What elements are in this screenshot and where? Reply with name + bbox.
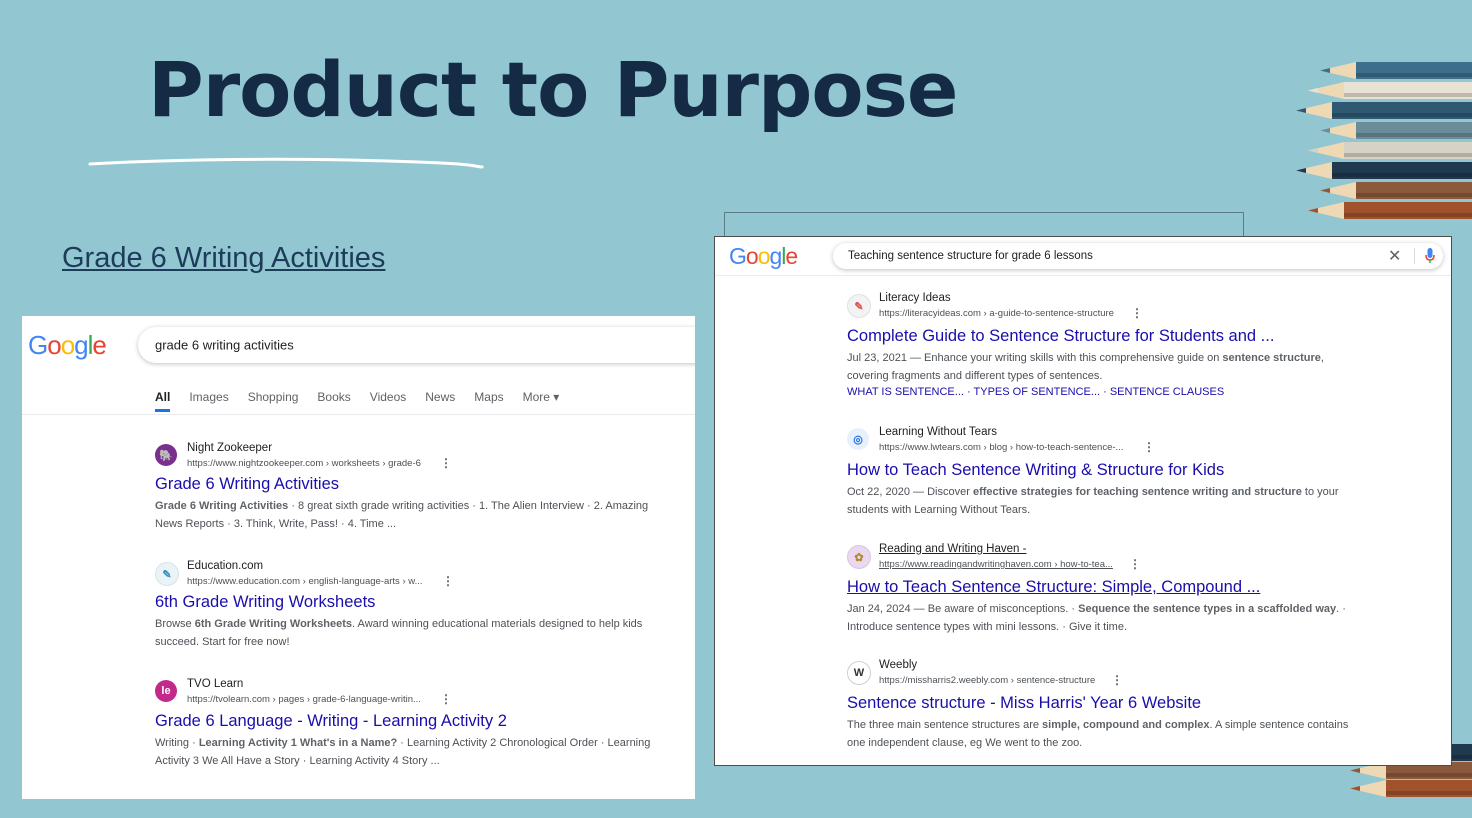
- result-url: https://www.nightzookeeper.com › workshe…: [187, 458, 421, 469]
- google-logo: Google: [28, 330, 107, 360]
- result-title-link[interactable]: How to Teach Sentence Writing & Structur…: [847, 461, 1224, 480]
- education-icon: ✎: [155, 562, 179, 586]
- pencil-shape: [1350, 780, 1472, 797]
- result-snippet: Oct 22, 2020 — Discover effective strate…: [847, 486, 1339, 516]
- result-title-link[interactable]: Grade 6 Language - Writing - Learning Ac…: [155, 712, 507, 731]
- result-url: https://literacyideas.com › a-guide-to-s…: [879, 308, 1114, 319]
- tab-books[interactable]: Books: [317, 390, 350, 412]
- title-underline-stroke: [88, 157, 484, 169]
- result-url: https://www.education.com › english-lang…: [187, 576, 423, 587]
- pencil-shape: [1320, 122, 1472, 139]
- microphone-icon[interactable]: [1425, 248, 1435, 264]
- right-search-screenshot: Google Teaching sentence structure for g…: [714, 236, 1452, 766]
- tab-images[interactable]: Images: [189, 390, 228, 412]
- divider: [1414, 248, 1415, 264]
- pencil-shape: [1320, 62, 1472, 79]
- result-snippet: Browse 6th Grade Writing Worksheets. Awa…: [155, 618, 643, 648]
- search-query: grade 6 writing activities: [155, 337, 294, 353]
- grade6-writing-link[interactable]: Grade 6 Writing Activities: [62, 242, 385, 275]
- more-options-icon[interactable]: ⋮: [1111, 673, 1123, 687]
- more-options-icon[interactable]: ⋮: [440, 456, 452, 470]
- search-input[interactable]: Teaching sentence structure for grade 6 …: [833, 243, 1443, 269]
- result-snippet: Jan 24, 2024 — Be aware of misconception…: [847, 603, 1346, 633]
- sitelink[interactable]: WHAT IS SENTENCE...: [847, 386, 964, 398]
- search-result: le TVO Learn https://tvolearn.com › page…: [155, 678, 675, 778]
- more-options-icon[interactable]: ⋮: [442, 574, 454, 588]
- sitelink[interactable]: SENTENCE CLAUSES: [1110, 386, 1224, 398]
- pencil-shape: [1296, 162, 1472, 179]
- elephant-icon: 🐘: [155, 444, 177, 466]
- result-site-name: Education.com: [187, 560, 264, 572]
- result-url: https://missharris2.weebly.com › sentenc…: [879, 675, 1096, 686]
- pencil-shape: [1308, 142, 1472, 159]
- result-title-link[interactable]: 6th Grade Writing Worksheets: [155, 593, 375, 612]
- result-snippet: Writing · Learning Activity 1 What's in …: [155, 737, 651, 767]
- result-site-name: Night Zookeeper: [187, 442, 273, 454]
- pencil-shape: [1308, 82, 1472, 99]
- search-result: ✎ Literacy Ideas https://literacyideas.c…: [847, 292, 1367, 402]
- result-site-name: Learning Without Tears: [879, 426, 998, 438]
- slide-title: Product to Purpose: [148, 45, 958, 134]
- search-result: 🐘 Night Zookeeper https://www.nightzooke…: [155, 442, 675, 542]
- result-site-name: TVO Learn: [187, 678, 244, 690]
- result-title-link[interactable]: Sentence structure - Miss Harris' Year 6…: [847, 694, 1201, 713]
- tab-all[interactable]: All: [155, 390, 171, 412]
- search-result: ✿ Reading and Writing Haven - https://ww…: [847, 543, 1367, 633]
- pencil-shape: [1308, 202, 1472, 219]
- pencil-shape: [1296, 102, 1472, 119]
- clear-icon[interactable]: ✕: [1388, 246, 1401, 266]
- search-tabs: All Images Shopping Books Videos News Ma…: [155, 390, 578, 412]
- globe-icon: ◎: [847, 428, 869, 450]
- sitelink[interactable]: TYPES OF SENTENCE...: [974, 386, 1101, 398]
- result-url: https://www.lwtears.com › blog › how-to-…: [879, 442, 1124, 453]
- result-snippet: The three main sentence structures are s…: [847, 719, 1349, 749]
- result-site-name: Reading and Writing Haven -: [879, 543, 1027, 555]
- more-options-icon[interactable]: ⋮: [1143, 440, 1155, 454]
- google-logo: Google: [729, 243, 798, 269]
- result-snippet: Grade 6 Writing Activities · 8 great six…: [155, 500, 649, 530]
- result-title-link[interactable]: Complete Guide to Sentence Structure for…: [847, 327, 1274, 346]
- literacy-ideas-icon: ✎: [847, 294, 871, 318]
- search-result: W Weebly https://missharris2.weebly.com …: [847, 659, 1367, 749]
- tab-maps[interactable]: Maps: [474, 390, 503, 412]
- tabs-divider: [22, 414, 695, 415]
- tab-more[interactable]: More ▾: [523, 390, 560, 412]
- sitelinks: WHAT IS SENTENCE... · TYPES OF SENTENCE.…: [847, 386, 1225, 398]
- tvo-icon: le: [155, 680, 177, 702]
- result-url: https://tvolearn.com › pages › grade-6-l…: [187, 694, 421, 705]
- result-site-name: Literacy Ideas: [879, 292, 951, 304]
- tab-shopping[interactable]: Shopping: [248, 390, 299, 412]
- result-title-link[interactable]: Grade 6 Writing Activities: [155, 475, 339, 494]
- result-site-name: Weebly: [879, 659, 918, 671]
- result-title-link[interactable]: How to Teach Sentence Structure: Simple,…: [847, 578, 1260, 597]
- more-options-icon[interactable]: ⋮: [1129, 557, 1141, 571]
- tab-news[interactable]: News: [425, 390, 455, 412]
- search-result: ◎ Learning Without Tears https://www.lwt…: [847, 426, 1367, 516]
- pencil-shape: [1320, 182, 1472, 199]
- weebly-icon: W: [847, 661, 871, 685]
- reading-haven-icon: ✿: [847, 545, 871, 569]
- result-snippet: Jul 23, 2021 — Enhance your writing skil…: [847, 352, 1324, 382]
- header-divider: [715, 275, 1451, 276]
- left-search-screenshot: Google grade 6 writing activities All Im…: [22, 316, 695, 799]
- search-input[interactable]: grade 6 writing activities: [138, 327, 695, 363]
- more-options-icon[interactable]: ⋮: [1131, 306, 1143, 320]
- more-options-icon[interactable]: ⋮: [440, 692, 452, 706]
- result-url: https://www.readingandwritinghaven.com ›…: [879, 559, 1113, 570]
- search-query: Teaching sentence structure for grade 6 …: [848, 250, 1093, 262]
- tab-videos[interactable]: Videos: [370, 390, 406, 412]
- search-result: ✎ Education.com https://www.education.co…: [155, 560, 675, 660]
